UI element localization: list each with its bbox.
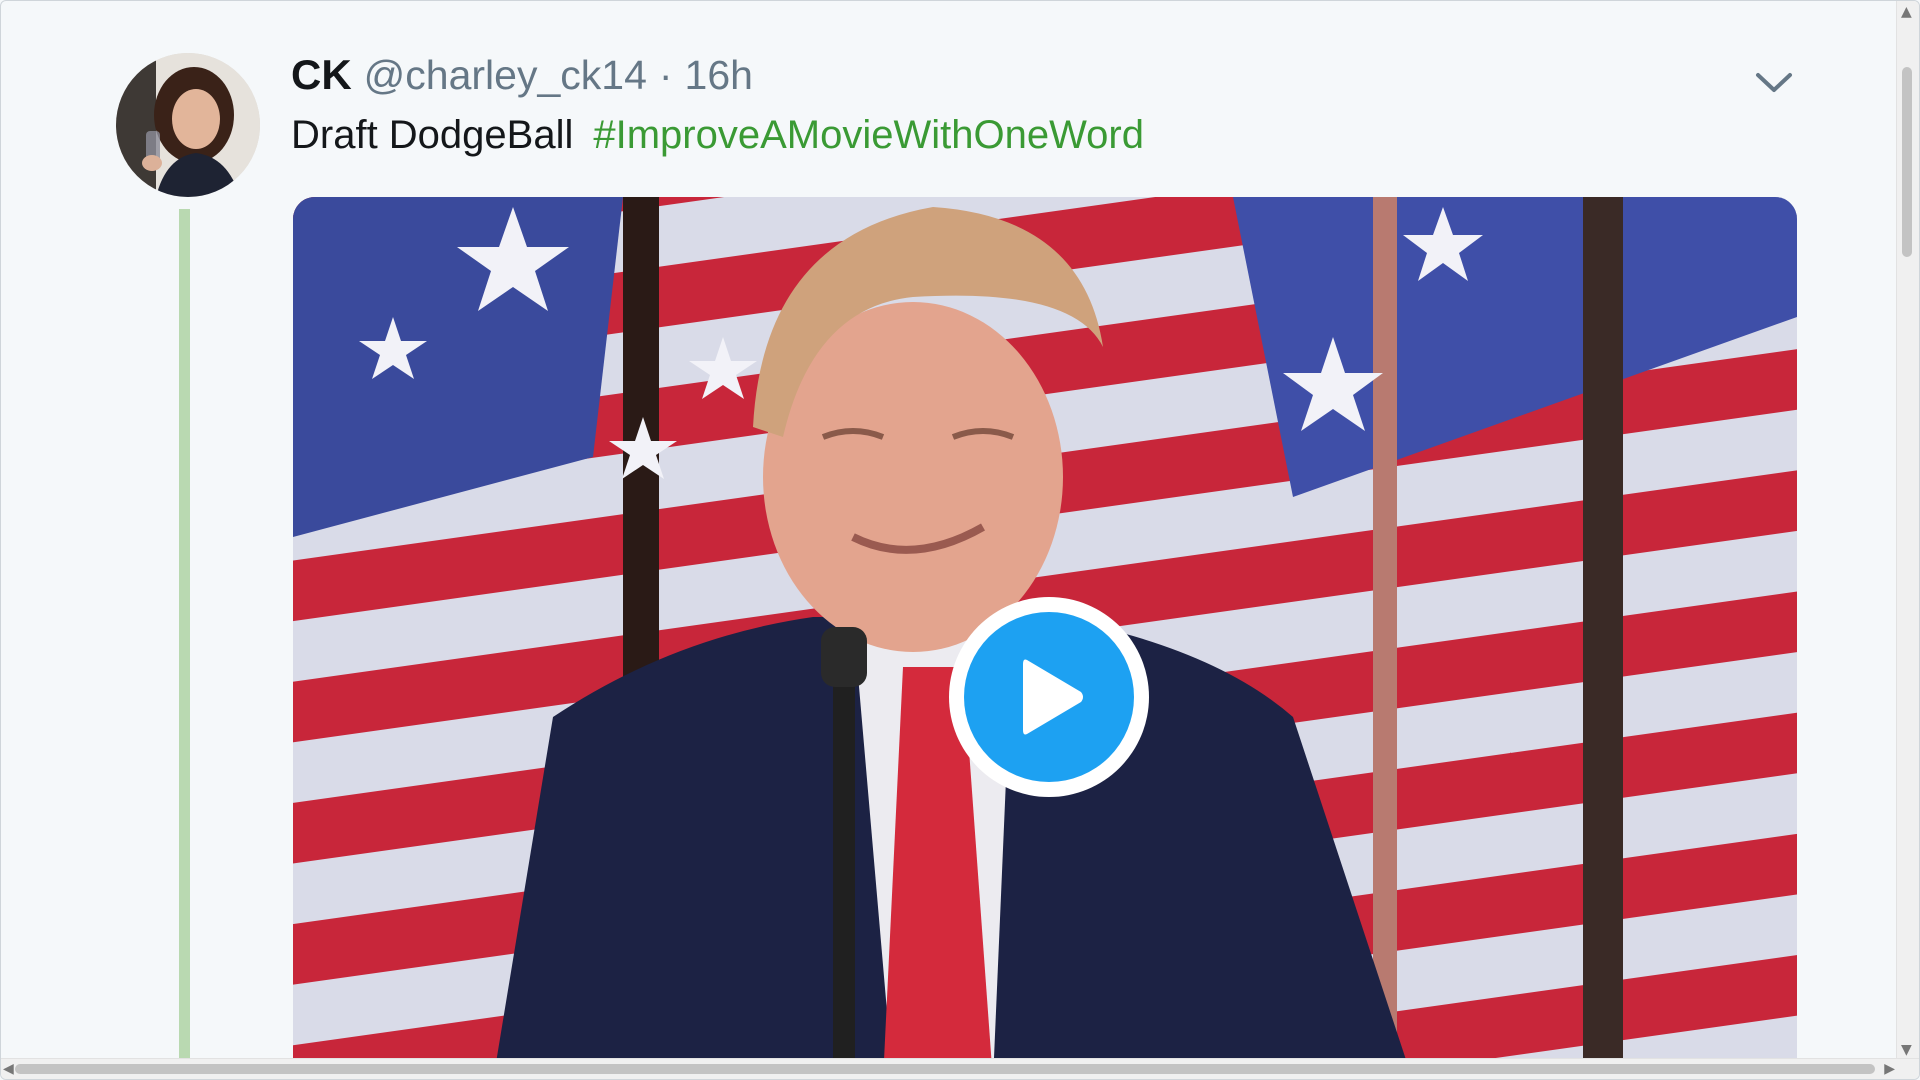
vertical-scrollbar-thumb[interactable] <box>1902 67 1912 257</box>
tweet-header: CK @charley_ck14 · 16h <box>291 51 753 107</box>
browser-viewport: CK @charley_ck14 · 16h Draft DodgeBall #I… <box>0 0 1920 1080</box>
timestamp[interactable]: 16h <box>685 52 753 99</box>
chevron-down-icon <box>1756 73 1792 92</box>
user-handle[interactable]: @charley_ck14 <box>364 52 647 99</box>
horizontal-scrollbar[interactable]: ◀ ▶ <box>1 1058 1919 1079</box>
play-icon <box>1023 659 1083 735</box>
chevron-left-icon[interactable]: ◀ <box>3 1062 14 1076</box>
play-button-inner <box>964 612 1134 782</box>
chevron-down-small-icon[interactable]: ▼ <box>1901 1043 1912 1057</box>
chevron-up-icon[interactable]: ▲ <box>1901 5 1912 19</box>
hashtag-link[interactable]: #ImproveAMovieWithOneWord <box>593 113 1144 157</box>
display-name[interactable]: CK <box>291 51 352 99</box>
chevron-right-icon[interactable]: ▶ <box>1884 1062 1895 1076</box>
thread-line <box>179 209 190 1079</box>
play-button[interactable] <box>949 597 1149 797</box>
tweet-text-body: Draft DodgeBall <box>291 113 574 157</box>
avatar-image <box>116 53 260 197</box>
horizontal-scrollbar-thumb[interactable] <box>15 1064 1875 1074</box>
separator: · <box>658 52 673 98</box>
avatar[interactable] <box>116 53 260 197</box>
tweet-menu-button[interactable] <box>1753 65 1795 101</box>
vertical-scrollbar[interactable]: ▲ ▼ <box>1896 1 1919 1061</box>
tweet-text: Draft DodgeBall #ImproveAMovieWithOneWord <box>291 113 1144 158</box>
